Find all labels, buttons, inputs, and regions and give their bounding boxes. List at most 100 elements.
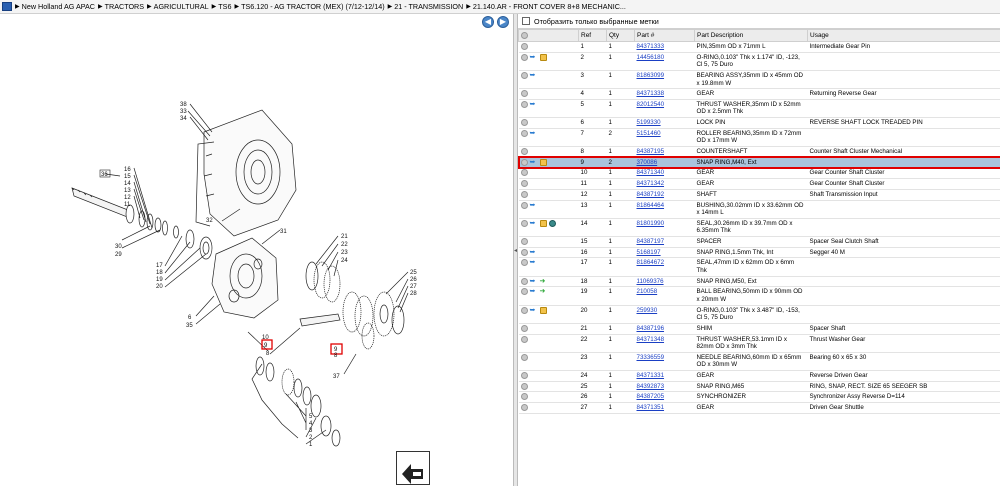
table-row[interactable]: 23 1 73336559 NEEDLE BEARING,60mm ID x 65mm… bbox=[518, 352, 1000, 371]
callout-label[interactable]: 22 bbox=[341, 242, 348, 248]
callout-label[interactable]: 5 bbox=[309, 414, 313, 420]
table-row[interactable]: ➥ 3 1 81863099 BEARING ASSY,35mm ID x 45mm O… bbox=[518, 70, 1000, 90]
part-number-link[interactable]: 210058 bbox=[637, 288, 658, 295]
callout-label[interactable]: 11 bbox=[124, 202, 131, 208]
table-row[interactable]: ➥ 5 1 82012540 THRUST WASHER,35mm ID x 52mm … bbox=[518, 99, 1000, 119]
add-to-cart-icon[interactable] bbox=[520, 180, 528, 188]
part-number-link[interactable]: 84392873 bbox=[637, 383, 665, 390]
add-to-cart-icon[interactable] bbox=[520, 129, 528, 137]
service-note-icon[interactable]: ➥ bbox=[530, 54, 538, 61]
add-to-cart-icon[interactable] bbox=[520, 353, 528, 361]
service-note-icon[interactable]: ➥ bbox=[530, 130, 538, 137]
part-number-link[interactable]: 84387192 bbox=[637, 191, 665, 198]
globe-icon[interactable] bbox=[548, 219, 556, 227]
callout-label[interactable]: 25 bbox=[410, 270, 417, 276]
add-to-cart-icon[interactable] bbox=[520, 43, 528, 50]
callout-label[interactable]: 15 bbox=[124, 174, 131, 180]
column-header-qty[interactable]: Qty bbox=[606, 29, 635, 42]
next-diagram-button[interactable]: ▶ bbox=[497, 16, 509, 28]
previous-diagram-button[interactable]: ◀ bbox=[482, 16, 494, 28]
kit-icon[interactable] bbox=[539, 219, 547, 227]
callout-label[interactable]: 14 bbox=[124, 181, 131, 187]
callout-label[interactable]: 4 bbox=[309, 421, 313, 427]
select-all-icon[interactable] bbox=[521, 31, 528, 39]
service-note-icon[interactable]: ➥ bbox=[530, 101, 538, 108]
table-row[interactable]: 1 1 84371333 PIN,35mm OD x 71mm L Intermedia… bbox=[518, 41, 1000, 53]
replacement-arrow-icon[interactable]: ➜ bbox=[540, 278, 548, 285]
table-row[interactable]: ➥ 14 1 81801990 SEAL,30.26mm ID x 39.7mm OD … bbox=[518, 218, 1000, 238]
add-to-cart-icon[interactable] bbox=[520, 404, 528, 412]
part-number-link[interactable]: 81801990 bbox=[637, 220, 665, 227]
callout-label[interactable]: 30 bbox=[115, 244, 122, 250]
callout-label[interactable]: 6 bbox=[188, 315, 192, 321]
callout-label[interactable]: 37 bbox=[333, 374, 340, 380]
add-to-cart-icon[interactable] bbox=[520, 119, 528, 127]
add-to-cart-icon[interactable] bbox=[520, 158, 528, 166]
add-to-cart-icon[interactable] bbox=[520, 238, 528, 245]
table-row[interactable]: ➥ 16 1 5168197 SNAP RING,1.5mm Thk, Int Segge… bbox=[518, 247, 1000, 259]
service-note-icon[interactable]: ➥ bbox=[530, 249, 538, 256]
callout-label[interactable]: 18 bbox=[156, 270, 163, 276]
callout-label[interactable]: 27 bbox=[410, 284, 417, 290]
callout-label[interactable]: 10 bbox=[262, 335, 269, 341]
part-number-link[interactable]: 5168197 bbox=[637, 249, 661, 256]
replacement-arrow-icon[interactable]: ➜ bbox=[540, 288, 548, 295]
part-number-link[interactable]: 84371333 bbox=[637, 43, 665, 50]
home-icon[interactable] bbox=[2, 2, 12, 11]
table-row[interactable]: 27 1 84371351 GEAR Driven Gear Shuttle bbox=[518, 402, 1000, 414]
add-to-cart-icon[interactable] bbox=[520, 382, 528, 390]
service-note-icon[interactable]: ➥ bbox=[530, 220, 538, 227]
kit-icon[interactable] bbox=[539, 158, 547, 166]
add-to-cart-icon[interactable] bbox=[520, 371, 528, 379]
add-to-cart-icon[interactable] bbox=[520, 288, 528, 296]
callout-label[interactable]: 2 bbox=[309, 435, 313, 441]
table-row[interactable]: 12 1 84387192 SHAFT Shaft Transmission Input bbox=[518, 189, 1000, 201]
table-row[interactable]: ➥ 9 2 370086 SNAP RING,M40, Ext bbox=[518, 156, 1000, 169]
table-row[interactable]: 10 1 84371340 GEAR Gear Counter Shaft Cluste… bbox=[518, 167, 1000, 180]
part-number-link[interactable]: 84371351 bbox=[637, 404, 665, 411]
part-number-link[interactable]: 84387197 bbox=[637, 238, 665, 245]
table-row[interactable]: 8 1 84387195 COUNTERSHAFT Counter Shaft Clus… bbox=[518, 146, 1000, 158]
kit-icon[interactable] bbox=[539, 53, 547, 61]
callout-label[interactable]: 26 bbox=[410, 277, 417, 283]
add-to-cart-icon[interactable] bbox=[520, 71, 528, 79]
show-selected-only-checkbox[interactable] bbox=[522, 17, 530, 25]
breadcrumb-item[interactable]: ▶ TS6.120 - AG TRACTOR (MEX) (7/12-12/14) bbox=[234, 2, 384, 11]
table-row[interactable]: 21 1 84387196 SHIM Spacer Shaft bbox=[518, 323, 1000, 335]
column-header-part[interactable]: Part # bbox=[634, 29, 695, 42]
callout-label[interactable]: 13 bbox=[124, 188, 131, 194]
callout-label[interactable]: 8 bbox=[266, 351, 270, 357]
callout-label[interactable]: 19 bbox=[156, 277, 163, 283]
add-to-cart-icon[interactable] bbox=[520, 201, 528, 209]
part-number-link[interactable]: 11069376 bbox=[637, 278, 664, 285]
service-note-icon[interactable]: ➥ bbox=[530, 288, 538, 295]
part-number-link[interactable]: 84387195 bbox=[637, 148, 665, 155]
callout-label[interactable]: 24 bbox=[341, 258, 348, 264]
table-row[interactable]: ➥ 17 1 81864672 SEAL,47mm ID x 62mm OD x 6mm… bbox=[518, 257, 1000, 277]
callout-label[interactable]: 28 bbox=[410, 291, 417, 297]
callout-label[interactable]: 17 bbox=[156, 263, 163, 269]
part-number-link[interactable]: 5151460 bbox=[637, 130, 661, 137]
table-row[interactable]: 22 1 84371348 THRUST WASHER,53.1mm ID x 82m… bbox=[518, 334, 1000, 353]
add-to-cart-icon[interactable] bbox=[520, 147, 528, 155]
table-row[interactable]: 15 1 84387197 SPACER Spacer Seal Clutch Shaf… bbox=[518, 236, 1000, 248]
table-row[interactable]: 4 1 84371338 GEAR Returning Reverse Gear bbox=[518, 88, 1000, 100]
part-number-link[interactable]: 81863099 bbox=[637, 72, 665, 79]
add-to-cart-icon[interactable] bbox=[520, 393, 528, 401]
table-row[interactable]: ➥ 7 2 5151460 ROLLER BEARING,35mm ID x 72mm … bbox=[518, 128, 1000, 147]
add-to-cart-icon[interactable] bbox=[520, 90, 528, 98]
table-row[interactable]: 24 1 84371331 GEAR Reverse Driven Gear bbox=[518, 370, 1000, 382]
add-to-cart-icon[interactable] bbox=[520, 100, 528, 108]
part-number-link[interactable]: 84387196 bbox=[637, 325, 665, 332]
callout-label[interactable]: 21 bbox=[341, 234, 348, 240]
part-number-link[interactable]: 5199330 bbox=[637, 119, 661, 126]
breadcrumb-item[interactable]: ▶ AGRICULTURAL bbox=[147, 2, 209, 11]
part-number-link[interactable]: 84371331 bbox=[637, 372, 665, 379]
callout-label[interactable]: 1 bbox=[309, 442, 313, 448]
part-number-link[interactable]: 14456180 bbox=[637, 54, 665, 61]
column-header-ref[interactable]: Ref bbox=[578, 29, 607, 42]
part-number-link[interactable]: 84371348 bbox=[637, 336, 665, 343]
callout-label[interactable]: 12 bbox=[124, 195, 131, 201]
table-row[interactable]: ➥ ➜ 19 1 210058 BALL BEARING,50mm ID x 90mm O… bbox=[518, 286, 1000, 306]
service-note-icon[interactable]: ➥ bbox=[530, 278, 538, 285]
